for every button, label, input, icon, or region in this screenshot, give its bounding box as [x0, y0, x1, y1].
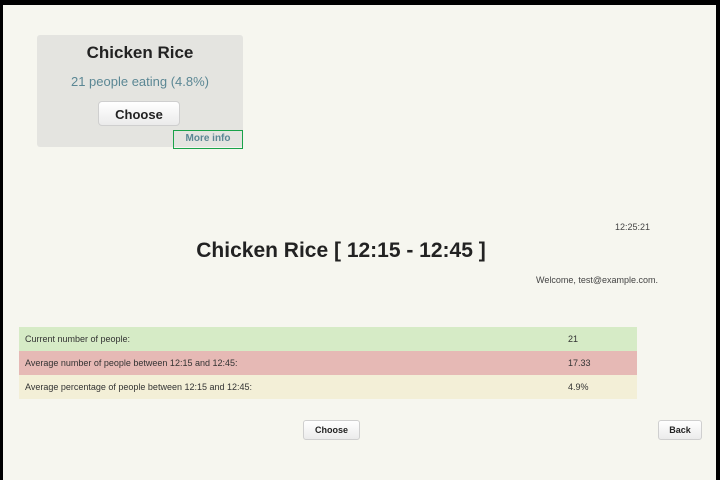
app-screen: Chicken Rice 21 people eating (4.8%) Cho… [3, 5, 716, 480]
stat-row-average-people: Average number of people between 12:15 a… [19, 351, 637, 375]
back-button[interactable]: Back [658, 420, 702, 440]
stat-value: 4.9% [568, 382, 589, 392]
menu-card-choose-button[interactable]: Choose [98, 101, 180, 126]
more-info-link[interactable]: More info [173, 130, 243, 149]
welcome-text: Welcome, test@example.com. [535, 275, 658, 285]
stat-value: 17.33 [568, 358, 591, 368]
stat-value: 21 [568, 334, 579, 344]
stat-label: Average percentage of people between 12:… [25, 382, 253, 392]
clock-text: 12:25:21 [615, 222, 651, 232]
menu-card-people-count: 21 people eating (4.8%) [70, 74, 210, 89]
stat-label: Current number of people: [25, 334, 131, 344]
stat-row-average-percentage: Average percentage of people between 12:… [19, 375, 637, 399]
choose-button[interactable]: Choose [303, 420, 360, 440]
menu-card-title: Chicken Rice [86, 43, 194, 62]
stat-row-current-people: Current number of people: 21 [19, 327, 637, 351]
page-title: Chicken Rice [ 12:15 - 12:45 ] [196, 239, 486, 262]
stats-table: Current number of people: 21 Average num… [19, 327, 637, 399]
stat-label: Average number of people between 12:15 a… [25, 358, 238, 368]
